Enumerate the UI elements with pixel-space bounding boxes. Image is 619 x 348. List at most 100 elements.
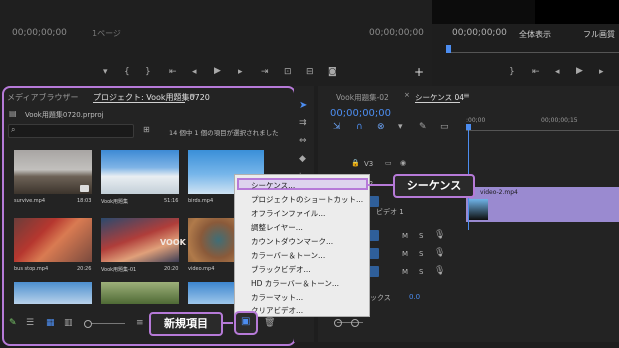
go-to-in-icon[interactable]: ⇤ [532,68,540,77]
linked-selection-icon[interactable]: ⊗ [377,123,385,132]
program-video-black [535,0,619,24]
snap-icon[interactable]: ∩ [356,123,363,132]
captions-icon[interactable]: ▭ [440,123,449,132]
step-forward-icon[interactable]: ▸ [238,68,243,77]
eye-icon[interactable]: ◉ [400,160,406,167]
thumb-text: VOOK [160,238,186,247]
clip-name: Vook用題集-01 [101,267,137,273]
panel-menu-icon[interactable]: ≡ [463,92,470,100]
lock-icon[interactable]: 🔒 [351,160,360,167]
scroll-handle-right[interactable] [351,319,359,327]
mix-value[interactable]: 0.0 [409,293,420,301]
list-view-icon[interactable]: ☰ [26,319,34,328]
clip-name: birds.mp4 [188,198,214,204]
pencil-icon[interactable]: ✎ [9,319,17,328]
page-select[interactable]: 1ページ [92,28,121,39]
scroll-handle-left[interactable] [334,319,342,327]
mute-button[interactable]: M [402,250,408,258]
step-back-icon[interactable]: ◂ [192,68,197,77]
sort-icon[interactable]: ≡ [136,319,144,328]
clip-name: video.mp4 [188,266,215,272]
go-to-in-icon[interactable]: ⇤ [169,68,177,77]
play-icon[interactable]: ▶ [576,67,583,76]
mute-button[interactable]: M [402,268,408,276]
step-forward-icon[interactable]: ▸ [599,68,604,77]
ripple-edit-tool-icon[interactable]: ⇔ [299,137,307,146]
freeform-view-icon[interactable]: ▥ [64,319,73,328]
marker-icon[interactable]: ▾ [103,68,108,77]
close-icon[interactable]: × [404,92,410,99]
selection-status: 14 個中 1 個の項目が選択されました [169,129,279,137]
program-playhead[interactable] [446,45,451,53]
export-frame-icon[interactable]: ◙ [328,68,337,77]
project-file-icon: ▤ [9,109,17,118]
clip-thumbnail-in-track [468,199,488,220]
insert-icon[interactable]: ⊡ [284,68,292,77]
tab-sequence-inactive[interactable]: Vook用題集-02 [336,92,389,103]
source-timecode-right[interactable]: 00;00;00;00 [369,28,424,38]
menu-item-hd-bars-tone[interactable]: HD カラーバー＆トーン... [251,278,339,289]
track-v1-name: ビデオ 1 [376,208,404,216]
clip-name: Vook用題集 [101,199,129,205]
timeline-timecode[interactable]: 00;00;00;00 [330,108,391,119]
icon-view-icon[interactable]: ▦ [46,319,55,328]
program-scrub-bar[interactable] [446,52,619,53]
overwrite-icon[interactable]: ⊟ [306,68,314,77]
menu-item-sequence[interactable]: シーケンス... [251,180,295,191]
clip-duration: 20:26 [77,266,92,272]
solo-button[interactable]: S [419,250,423,258]
view-select[interactable]: 全体表示 [519,29,551,40]
nest-icon[interactable]: ⇲ [333,123,341,132]
menu-item-countdown[interactable]: カウントダウンマーク... [251,236,333,247]
tab-underline [415,102,460,103]
clip-name: survive.mp4 [14,198,46,204]
microphone-icon[interactable]: 🎙 [434,231,445,240]
play-icon[interactable]: ▶ [214,67,221,76]
go-to-out-icon[interactable]: ⇥ [261,68,269,77]
quality-select[interactable]: フル画質 [583,29,615,40]
razor-tool-icon[interactable]: ◆ [299,155,306,164]
clip-thumbnail[interactable] [14,218,92,262]
clip-thumbnail[interactable] [14,282,92,304]
in-point-icon[interactable]: { [124,68,130,77]
menu-item-offline-file[interactable]: オフラインファイル... [251,208,325,219]
panel-menu-icon[interactable]: ≡ [189,92,196,100]
source-timecode[interactable]: 00;00;00;00 [12,28,67,38]
menu-item-transparent-video[interactable]: クリアビデオ... [251,305,303,316]
clip-duration: 51:16 [164,198,179,204]
trash-icon[interactable]: 🗑 [264,319,275,328]
menu-item-adjustment-layer[interactable]: 調整レイヤー... [251,222,303,233]
menu-item-color-matte[interactable]: カラーマット... [251,292,303,303]
menu-item-black-video[interactable]: ブラックビデオ... [251,264,311,275]
selection-tool-icon[interactable]: ➤ [299,101,307,111]
wrench-icon[interactable]: ✎ [419,123,427,132]
add-marker-icon[interactable]: ▾ [398,123,403,132]
clip-duration: 20:20 [164,266,179,272]
clip-thumbnail[interactable] [188,282,234,304]
menu-item-project-shortcut[interactable]: プロジェクトのショートカット... [251,194,363,205]
add-button-icon[interactable]: + [414,66,424,78]
clip-thumbnail[interactable] [101,282,179,304]
out-point-icon[interactable]: } [509,68,515,77]
microphone-icon[interactable]: 🎙 [434,267,445,276]
new-bin-from-search-icon[interactable]: ⊞ [143,126,150,134]
toggle-sync-icon[interactable]: ▭ [385,160,392,167]
ruler-line [466,130,619,131]
track-select-tool-icon[interactable]: ⇉ [299,119,307,128]
solo-button[interactable]: S [419,268,423,276]
new-item-icon: ▣ [241,316,251,327]
menu-item-bars-tone[interactable]: カラーバー＆トーン... [251,250,325,261]
tab-underline [93,102,185,103]
search-input[interactable] [8,124,134,138]
track-v3-label: V3 [364,160,374,168]
solo-button[interactable]: S [419,232,423,240]
tab-media-browser[interactable]: メディアブラウザー [7,92,78,103]
clip-thumbnail[interactable] [101,150,179,194]
zoom-slider-handle[interactable] [84,320,92,328]
mute-button[interactable]: M [402,232,408,240]
out-point-icon[interactable]: } [145,68,151,77]
clip-label: video-2.mp4 [480,189,518,196]
step-back-icon[interactable]: ◂ [555,68,560,77]
program-timecode[interactable]: 00;00;00;00 [452,28,507,38]
microphone-icon[interactable]: 🎙 [434,249,445,258]
